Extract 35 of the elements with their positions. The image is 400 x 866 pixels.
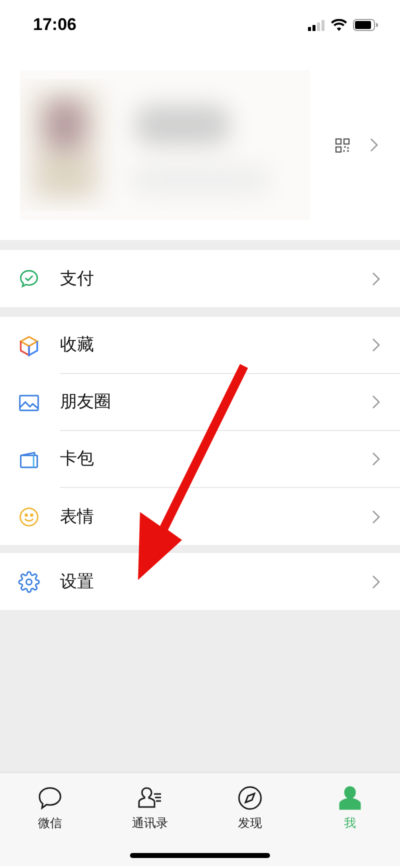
- smiley-icon: [18, 506, 40, 528]
- chat-check-icon: [18, 268, 40, 290]
- menu-label: 卡包: [60, 448, 95, 470]
- tab-bar-item[interactable]: 微信: [0, 785, 100, 832]
- menu-item[interactable]: 朋友圈: [0, 374, 400, 431]
- chevron-right-icon: [372, 452, 380, 466]
- menu-label: 收藏: [60, 334, 95, 356]
- qr-code-icon: [335, 138, 350, 152]
- compass-icon: [237, 785, 263, 811]
- menu-label: 朋友圈: [60, 391, 112, 414]
- menu-label: 支付: [60, 268, 95, 290]
- person-icon: [337, 785, 363, 811]
- menu-label: 表情: [60, 506, 95, 528]
- menu-item[interactable]: 支付: [0, 250, 400, 307]
- status-time: 17:06: [33, 14, 76, 36]
- menu-label: 设置: [60, 570, 95, 593]
- chevron-right-icon: [372, 395, 380, 409]
- contacts-icon: [137, 785, 163, 811]
- tab-bar-item[interactable]: 发现: [200, 785, 300, 832]
- chevron-right-icon: [372, 510, 380, 524]
- cube-icon: [18, 334, 40, 356]
- chevron-right-icon: [370, 138, 378, 152]
- chevron-right-icon: [372, 338, 380, 352]
- menu-item[interactable]: 表情: [0, 488, 400, 545]
- settings-icon: [18, 570, 40, 592]
- chevron-right-icon: [372, 272, 380, 286]
- chat-icon: [37, 785, 63, 811]
- menu-item[interactable]: 设置: [0, 553, 400, 610]
- menu-item[interactable]: 收藏: [0, 317, 400, 374]
- signal-icon: [308, 20, 325, 30]
- battery-icon: [353, 19, 378, 31]
- wifi-icon: [331, 19, 347, 31]
- chevron-right-icon: [372, 574, 380, 588]
- tab-bar-item[interactable]: 通讯录: [100, 785, 200, 832]
- menu-item[interactable]: 卡包: [0, 431, 400, 488]
